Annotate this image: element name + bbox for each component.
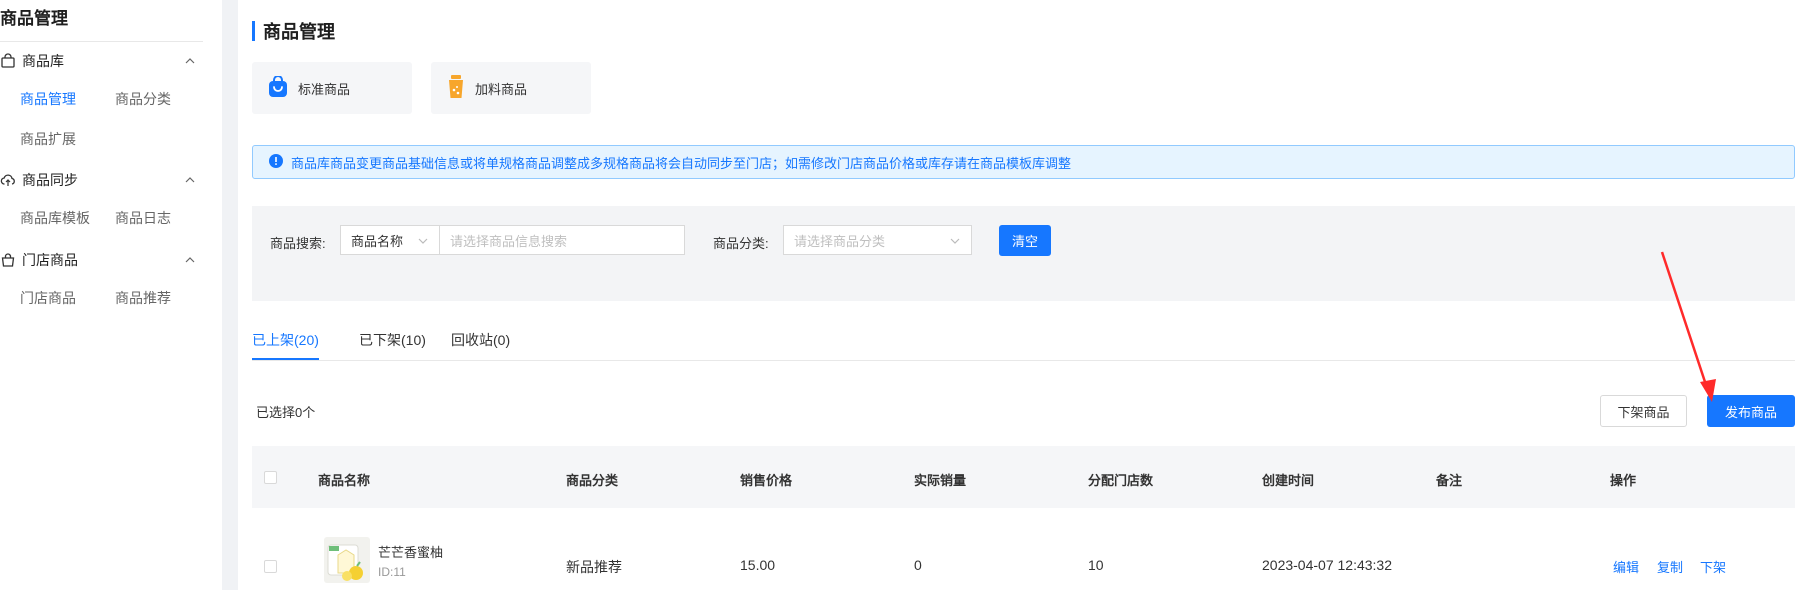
chevron-up-icon (183, 253, 197, 267)
shopping-bag-icon (268, 74, 288, 101)
product-id: ID:11 (378, 565, 406, 579)
info-icon (269, 153, 283, 171)
sidebar-group-product-sync[interactable]: 商品同步 (0, 168, 205, 192)
category-placeholder: 请选择商品分类 (794, 233, 886, 249)
sidebar-item-product-category[interactable]: 商品分类 (115, 89, 171, 109)
page-title: 商品管理 (252, 20, 335, 42)
chevron-up-icon (183, 173, 197, 187)
store-bag-icon (0, 252, 16, 268)
column-header: 备注 (1436, 473, 1463, 488)
bag-icon (0, 53, 16, 69)
search-type-value: 商品名称 (351, 233, 404, 249)
category-label: 商品分类: (713, 236, 769, 251)
sidebar-item-product-extension[interactable]: 商品扩展 (20, 129, 76, 149)
chevron-down-icon (417, 235, 429, 247)
card-standard-product[interactable]: 标准商品 (252, 62, 412, 114)
page-title-text: 商品管理 (263, 22, 335, 42)
info-notice: 商品库商品变更商品基础信息或将单规格商品调整成多规格商品将会自动同步至门店；如需… (252, 145, 1795, 179)
column-header: 商品名称 (318, 473, 371, 488)
table-header: 商品名称 商品分类 销售价格 实际销量 分配门店数 创建时间 备注 操作 (252, 446, 1795, 508)
search-input[interactable]: 请选择商品信息搜索 (439, 225, 685, 255)
row-checkbox[interactable] (264, 560, 277, 573)
column-header: 分配门店数 (1088, 473, 1154, 488)
product-sales: 0 (914, 557, 922, 573)
tab-listed[interactable]: 已上架(20) (252, 330, 319, 360)
column-header: 操作 (1610, 473, 1637, 488)
tab-recycle-bin[interactable]: 回收站(0) (451, 330, 510, 360)
product-created-time: 2023-04-07 12:43:32 (1262, 557, 1392, 573)
table-row: 芒芒香蜜柚 ID:11 新品推荐 15.00 0 10 2023-04-07 1… (252, 510, 1795, 590)
search-type-select[interactable]: 商品名称 (340, 225, 440, 255)
card-topping-product[interactable]: 加料商品 (431, 62, 591, 114)
sidebar-item-product-log[interactable]: 商品日志 (115, 208, 171, 228)
annotation-arrow (1660, 251, 1716, 402)
column-header: 商品分类 (566, 473, 619, 488)
sidebar-group-label: 商品同步 (22, 172, 78, 188)
clear-button[interactable]: 清空 (999, 225, 1051, 256)
filter-panel: 商品搜索: 商品名称 请选择商品信息搜索 商品分类: 请选择商品分类 清空 (252, 206, 1795, 301)
sidebar-group-product-library[interactable]: 商品库 (0, 49, 205, 73)
sidebar-item-store-products[interactable]: 门店商品 (20, 288, 76, 308)
tab-active-indicator (252, 358, 319, 360)
sidebar-group-label: 商品库 (22, 53, 64, 69)
publish-product-button[interactable]: 发布商品 (1707, 395, 1795, 427)
search-label: 商品搜索: (270, 236, 326, 251)
edit-link[interactable]: 编辑 (1613, 557, 1639, 576)
chevron-up-icon (183, 54, 197, 68)
column-header: 实际销量 (914, 473, 967, 488)
drink-icon (447, 74, 465, 102)
product-category: 新品推荐 (566, 559, 622, 575)
column-header: 销售价格 (740, 473, 793, 488)
column-header: 创建时间 (1262, 473, 1315, 488)
product-store-count: 10 (1088, 557, 1104, 573)
sidebar-title: 商品管理 (0, 9, 68, 28)
sidebar-divider (0, 41, 203, 42)
sidebar-item-product-recommend[interactable]: 商品推荐 (115, 288, 171, 308)
card-label: 加料商品 (475, 81, 528, 97)
sidebar-group-label: 门店商品 (22, 252, 78, 268)
status-tabs: 已上架(20) 已下架(10) 回收站(0) (252, 330, 1795, 361)
search-input-placeholder: 请选择商品信息搜索 (450, 233, 568, 249)
tab-unlisted[interactable]: 已下架(10) (359, 330, 426, 360)
unlist-link[interactable]: 下架 (1700, 557, 1726, 576)
sidebar-item-product-template[interactable]: 商品库模板 (20, 208, 90, 228)
card-label: 标准商品 (298, 81, 351, 97)
product-thumbnail (324, 537, 370, 583)
notice-text: 商品库商品变更商品基础信息或将单规格商品调整成多规格商品将会自动同步至门店；如需… (291, 155, 1072, 171)
copy-link[interactable]: 复制 (1657, 557, 1683, 576)
sidebar: 商品管理 商品库 商品管理 商品分类 商品扩展 商品同步 商品库模板 商品日志 … (0, 0, 222, 590)
product-name[interactable]: 芒芒香蜜柚 (378, 542, 443, 561)
selected-count: 已选择0个 (256, 405, 316, 420)
cloud-sync-icon (0, 172, 16, 188)
sidebar-group-store-products[interactable]: 门店商品 (0, 248, 205, 272)
category-select[interactable]: 请选择商品分类 (783, 225, 972, 255)
sidebar-item-product-manage[interactable]: 商品管理 (20, 89, 76, 109)
title-accent-bar (252, 21, 255, 41)
select-all-checkbox[interactable] (264, 471, 277, 484)
main-content: 商品管理 标准商品 加料商品 商品库商品变更商品基础信息或将单规格商品调整成多规… (238, 0, 1811, 590)
chevron-down-icon (949, 235, 961, 247)
product-price: 15.00 (740, 557, 776, 573)
